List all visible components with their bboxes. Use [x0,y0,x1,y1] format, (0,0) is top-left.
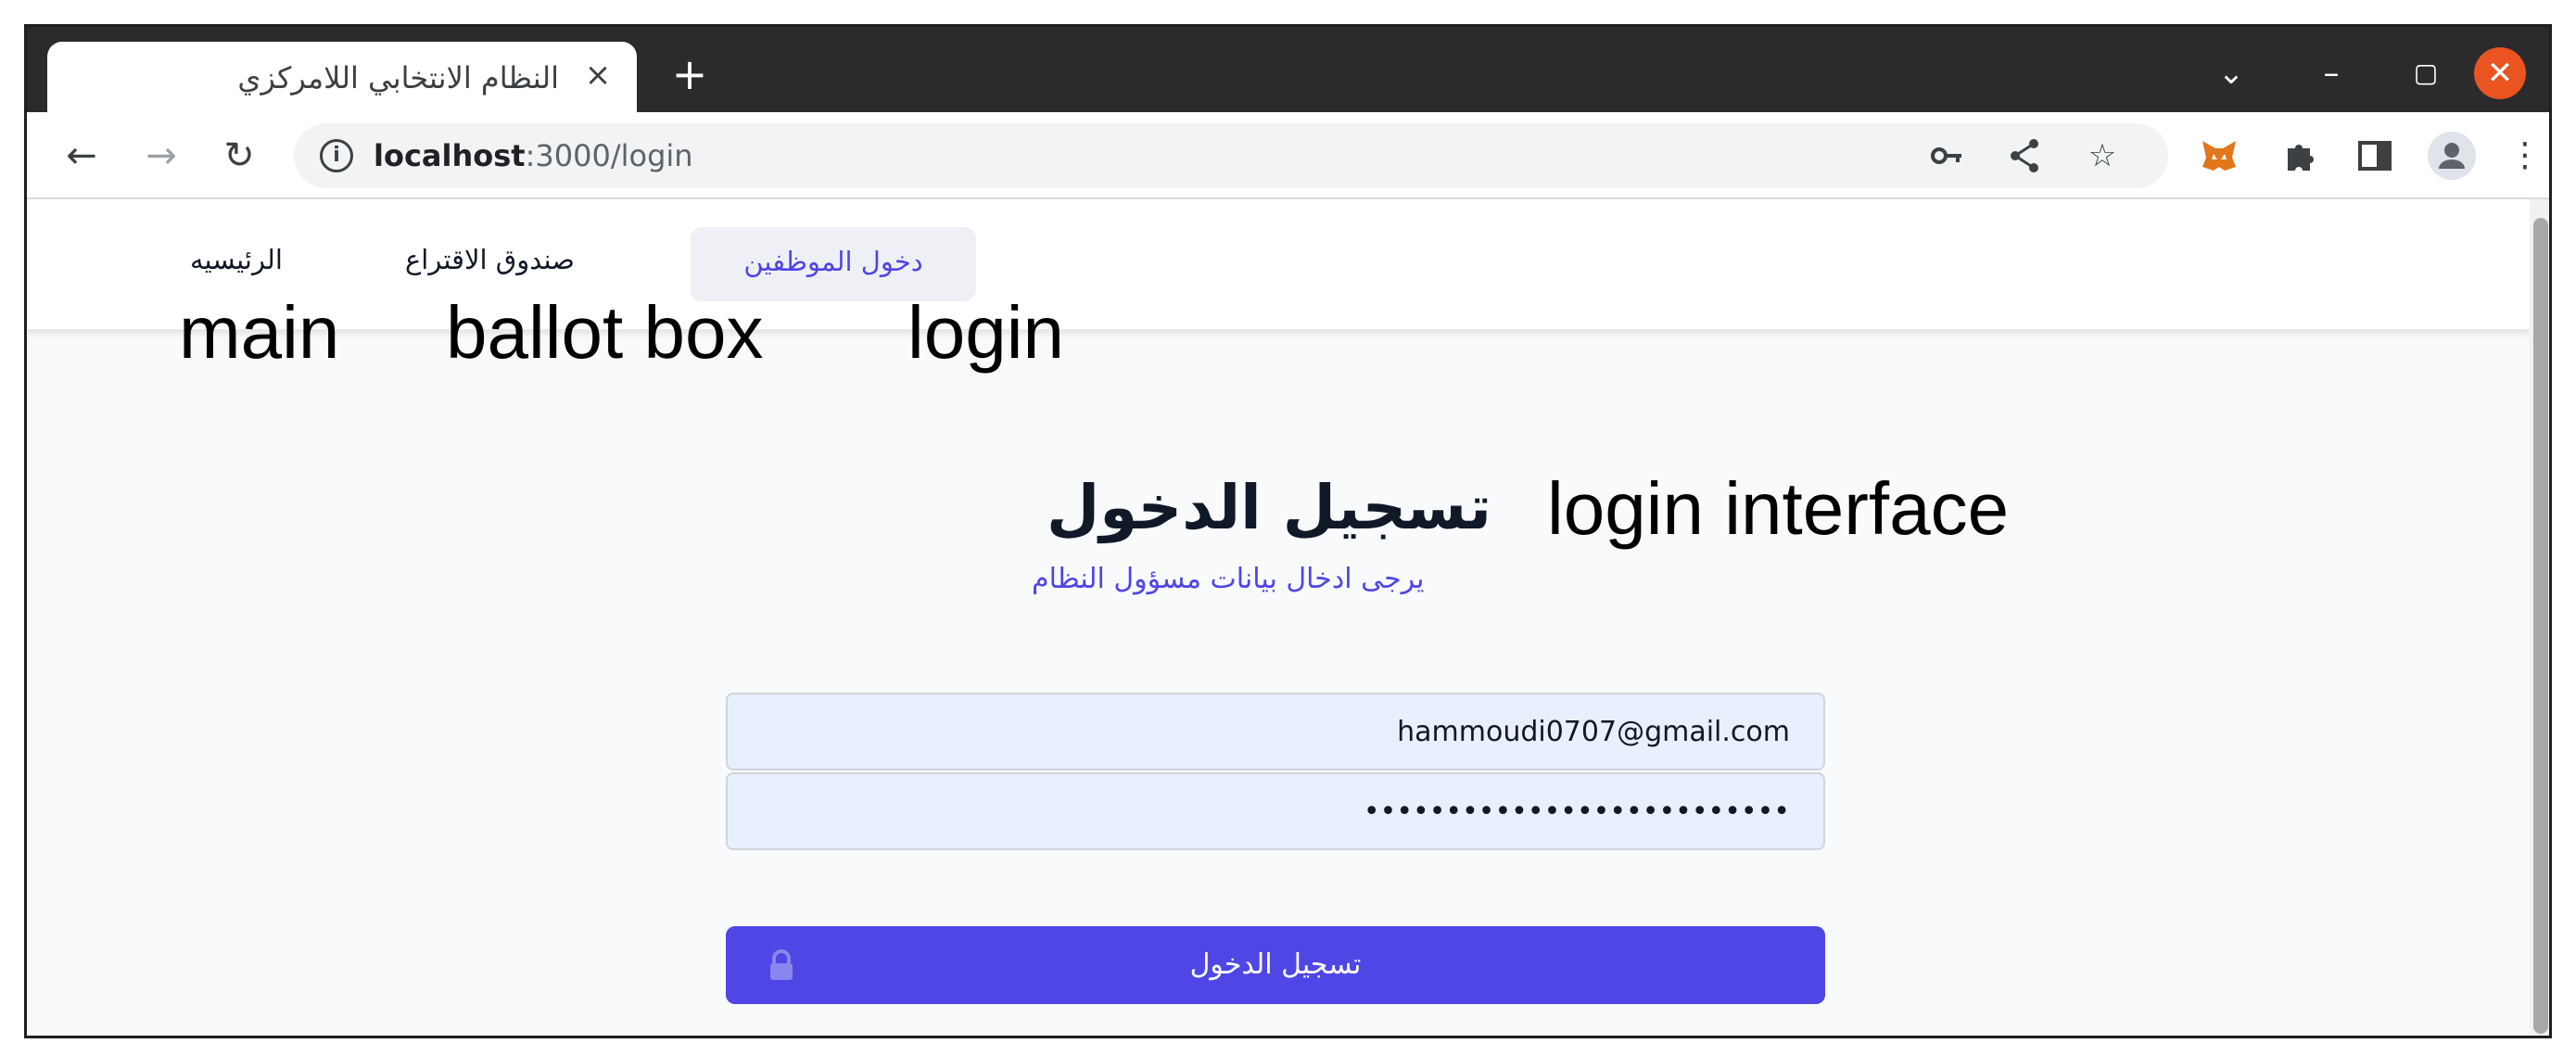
browser-tab[interactable]: النظام الانتخابي اللامركزي × [47,42,637,116]
email-field[interactable] [726,693,1825,770]
forward-icon[interactable]: → [134,129,188,183]
info-icon[interactable]: i [320,139,353,172]
url-text: localhost:3000/login [374,138,693,173]
nav-link-ballot-box[interactable]: صندوق الاقتراع [405,244,575,275]
star-icon[interactable]: ☆ [2081,134,2124,177]
back-icon[interactable]: ← [55,129,108,183]
key-icon[interactable] [1925,134,1968,177]
nav-link-home[interactable]: الرئيسيه [190,244,283,275]
sidepanel-icon[interactable] [2348,129,2402,183]
page-title: تسجيل الدخول [1047,472,1492,543]
page-viewport: الرئيسيه صندوق الاقتراع دخول الموظفين ma… [27,199,2530,1036]
login-submit-label: تسجيل الدخول [1189,948,1362,981]
profile-icon[interactable] [2428,132,2476,180]
chevron-down-icon[interactable]: ⌄ [2205,47,2257,99]
nav-link-staff-login-label: دخول الموظفين [743,246,923,277]
tab-close-icon[interactable]: × [579,57,616,94]
new-tab-icon[interactable]: + [666,51,713,97]
reload-icon[interactable]: ↻ [212,129,266,183]
annotation-login: login [907,291,1065,374]
annotation-ballot-box: ballot box [446,291,764,374]
login-submit-button[interactable]: تسجيل الدخول [726,926,1825,1004]
kebab-menu-icon[interactable]: ⋮ [2498,129,2549,183]
scrollbar[interactable] [2530,199,2549,1036]
share-icon[interactable] [2003,134,2046,177]
browser-tab-strip: النظام الانتخابي اللامركزي × + ⌄ – ▢ ✕ [27,27,2549,116]
minimize-icon[interactable]: – [2305,47,2357,99]
maximize-icon[interactable]: ▢ [2400,47,2452,99]
window-close-icon[interactable]: ✕ [2474,47,2526,99]
annotation-login-interface: login interface [1547,467,2010,550]
metamask-icon[interactable] [2192,129,2246,183]
tab-title: النظام الانتخابي اللامركزي [237,60,559,95]
site-navbar: الرئيسيه صندوق الاقتراع دخول الموظفين [27,199,2530,331]
scrollbar-thumb[interactable] [2533,218,2548,1034]
password-field[interactable] [726,772,1825,850]
browser-toolbar: ← → ↻ i localhost:3000/login ☆ ⋮ [27,112,2549,199]
puzzle-icon[interactable] [2272,129,2326,183]
annotation-main: main [179,291,340,374]
screenshot-frame: النظام الانتخابي اللامركزي × + ⌄ – ▢ ✕ ←… [24,24,2552,1038]
page-subtitle: يرجى ادخال بيانات مسؤول النظام [1032,563,1425,595]
address-bar[interactable]: i localhost:3000/login ☆ [294,123,2168,188]
